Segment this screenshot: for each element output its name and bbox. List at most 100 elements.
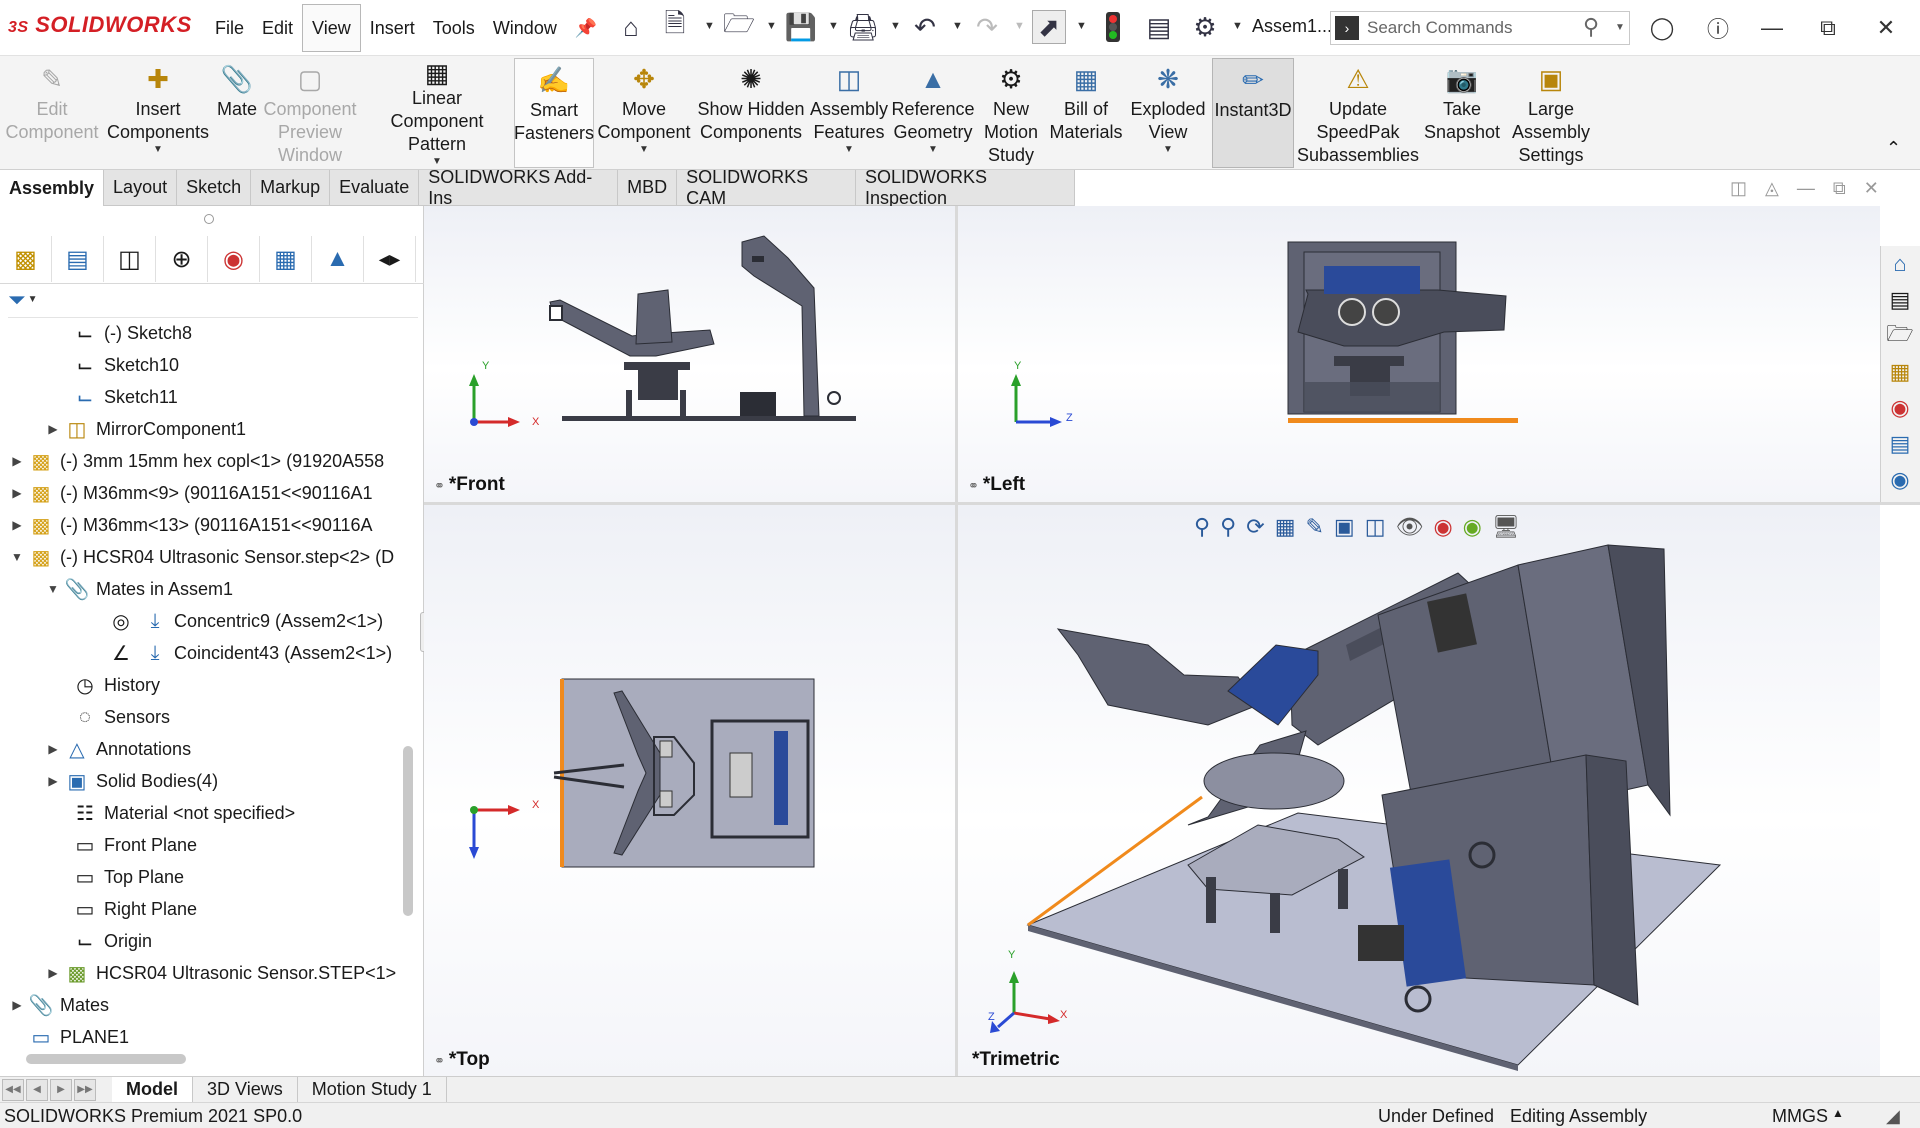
viewport-close-icon[interactable]: ✕	[1864, 178, 1879, 199]
exploded-view-button[interactable]: ❋ Exploded View ▼	[1128, 58, 1208, 168]
move-component-caret[interactable]: ▼	[639, 144, 649, 156]
options-dropdown-arrow[interactable]: ▼	[1232, 20, 1243, 32]
expand-arrow-icon[interactable]: ▶	[44, 422, 62, 436]
restore-icon[interactable]: ⧉	[1808, 10, 1848, 46]
tab-model[interactable]: Model	[112, 1076, 193, 1103]
tree-item[interactable]: ▶ ◫ MirrorComponent1	[44, 414, 246, 444]
display-style-icon[interactable]: ◫	[1365, 514, 1386, 540]
cam-operation-tree-tab-icon[interactable]: ▲	[312, 236, 364, 282]
print-icon[interactable]: 🖨	[846, 10, 880, 44]
previous-view-icon[interactable]: ⟳	[1246, 514, 1264, 540]
menu-view[interactable]: View	[302, 4, 361, 52]
tree-item[interactable]: ▼ ▩ (-) HCSR04 Ultrasonic Sensor.step<2> …	[8, 542, 394, 572]
linear-component-pattern-button[interactable]: ▦ Linear Component Pattern ▼	[366, 58, 508, 168]
tree-item[interactable]: ◷ History	[70, 670, 160, 700]
dynamic-annotation-icon[interactable]: ✎	[1305, 514, 1323, 540]
tree-item[interactable]: ☷ Material <not specified>	[70, 798, 295, 828]
search-commands-box[interactable]: › Search Commands ⚲ ▼	[1330, 11, 1630, 45]
expand-arrow-icon[interactable]: ▶	[8, 486, 26, 500]
file-properties-icon[interactable]: ▤	[1142, 10, 1176, 44]
tree-item[interactable]: ⌙ (-) Sketch8	[70, 318, 192, 348]
move-component-button[interactable]: ✥ Move Component ▼	[597, 58, 690, 168]
viewport-restore-icon[interactable]: ⧉	[1833, 178, 1846, 199]
collapse-arrow-icon[interactable]: ▼	[8, 550, 26, 564]
update-speedpak-button[interactable]: ⚠ Update SpeedPak Subassemblies	[1297, 58, 1419, 168]
tree-item[interactable]: ▶ ▩ (-) 3mm 15mm hex copl<1> (91920A558	[8, 446, 384, 476]
display-manager-tab-icon[interactable]: ◉	[208, 236, 260, 282]
hide-show-items-icon[interactable]: 👁	[1396, 514, 1424, 540]
insert-components-caret[interactable]: ▼	[153, 144, 163, 156]
tab-motion-study-1[interactable]: Motion Study 1	[298, 1076, 447, 1103]
new-document-icon[interactable]: 🗎	[658, 8, 692, 44]
design-library-icon[interactable]: ▤	[1881, 282, 1919, 318]
tree-item[interactable]: ▭ PLANE1	[26, 1022, 130, 1052]
resize-grip-icon[interactable]: ◢	[1886, 1106, 1900, 1127]
large-assembly-settings-button[interactable]: ▣ Large Assembly Settings	[1508, 58, 1594, 168]
tree-item[interactable]: ▶ ▩ (-) M36mm<9> (90116A151<<90116A1	[8, 478, 372, 508]
view-settings-icon[interactable]: 🖥	[1492, 514, 1520, 540]
prev-tab-nav-icon[interactable]: ◀	[26, 1078, 48, 1101]
expand-arrow-icon[interactable]: ▶	[44, 774, 62, 788]
custom-properties-icon[interactable]: ▤	[1881, 426, 1919, 462]
search-dropdown-arrow[interactable]: ▼	[1615, 22, 1625, 33]
viewport-horizontal-divider[interactable]	[424, 502, 1920, 505]
assembly-features-caret[interactable]: ▼	[844, 144, 854, 156]
cam-feature-tree-tab-icon[interactable]: ▦	[260, 236, 312, 282]
filter-dropdown-arrow[interactable]: ▼	[28, 294, 38, 305]
undo-icon[interactable]: ↶	[908, 10, 942, 44]
redo-icon[interactable]: ↷	[970, 10, 1004, 44]
section-view-icon[interactable]: ▦	[1275, 514, 1296, 540]
bill-of-materials-button[interactable]: ▦ Bill of Materials	[1050, 58, 1123, 168]
search-input[interactable]: Search Commands	[1367, 18, 1513, 38]
help-icon[interactable]: ⓘ	[1698, 10, 1738, 46]
viewport-vertical-divider[interactable]	[955, 206, 958, 1076]
edit-component-button[interactable]: ✎ Edit Component	[4, 58, 100, 168]
menu-tools[interactable]: Tools	[424, 4, 484, 52]
feature-tree-tab-icon[interactable]: ▩	[0, 236, 52, 282]
menu-edit[interactable]: Edit	[253, 4, 302, 52]
apply-scene-icon[interactable]: ◉	[1463, 514, 1482, 540]
viewport-minimize-icon[interactable]: —	[1797, 178, 1815, 199]
panel-splitter-handle[interactable]	[204, 214, 214, 224]
zoom-to-fit-icon[interactable]: ⚲	[1194, 514, 1210, 540]
tree-item[interactable]: ⌙ Sketch10	[70, 350, 179, 380]
close-icon[interactable]: ✕	[1866, 10, 1906, 46]
mate-button[interactable]: 📎 Mate	[214, 58, 260, 168]
select-dropdown-arrow[interactable]: ▼	[1076, 20, 1087, 32]
insert-components-button[interactable]: ✚ Insert Components ▼	[104, 58, 212, 168]
exploded-view-caret[interactable]: ▼	[1163, 144, 1173, 156]
forum-icon[interactable]: ◉	[1881, 462, 1919, 498]
tab-cam[interactable]: SOLIDWORKS CAM	[677, 167, 856, 208]
tree-item[interactable]: ∠ ⤓ Coincident43 (Assem2<1>)	[106, 638, 392, 668]
tab-mbd[interactable]: MBD	[618, 170, 678, 206]
tile-left-icon[interactable]: ◫	[1730, 178, 1747, 199]
tree-item[interactable]: ▶ ▩ (-) M36mm<13> (90116A151<<90116A	[8, 510, 372, 540]
solidworks-logo[interactable]: 3S SOLIDWORKS	[8, 12, 192, 38]
redo-dropdown-arrow[interactable]: ▼	[1014, 20, 1025, 32]
filter-funnel-icon[interactable]: ⏷	[8, 287, 26, 313]
file-explorer-icon[interactable]: 🗁	[1881, 318, 1919, 354]
select-cursor-icon[interactable]: ⬈	[1032, 10, 1066, 44]
view-palette-icon[interactable]: ▦	[1881, 354, 1919, 390]
assembly-features-button[interactable]: ◫ Assembly Features ▼	[810, 58, 888, 168]
account-icon[interactable]: ◯	[1642, 10, 1682, 46]
expand-arrow-icon[interactable]: ▶	[8, 454, 26, 468]
tree-filter[interactable]: ⏷ ▼	[8, 282, 418, 318]
zoom-to-area-icon[interactable]: ⚲	[1220, 514, 1236, 540]
home-icon[interactable]: ⌂	[614, 10, 648, 44]
configuration-manager-tab-icon[interactable]: ◫	[104, 236, 156, 282]
view-orientation-icon[interactable]: ▣	[1334, 514, 1355, 540]
undo-dropdown-arrow[interactable]: ▼	[952, 20, 963, 32]
save-dropdown-arrow[interactable]: ▼	[828, 20, 839, 32]
tree-item[interactable]: ⌙ Sketch11	[70, 382, 178, 412]
tree-item[interactable]: ▶ ▩ HCSR04 Ultrasonic Sensor.STEP<1>	[44, 958, 396, 988]
tile-right-icon[interactable]: ◬	[1765, 178, 1779, 199]
panel-tabs-scroll-icon[interactable]: ◀▶	[364, 236, 416, 282]
tree-item[interactable]: ▼ 📎 Mates in Assem1	[44, 574, 233, 604]
reference-geometry-button[interactable]: ▲ Reference Geometry ▼	[891, 58, 974, 168]
traffic-light-icon[interactable]	[1096, 10, 1130, 44]
expand-arrow-icon[interactable]: ▶	[44, 742, 62, 756]
tab-addins[interactable]: SOLIDWORKS Add-Ins	[419, 167, 619, 208]
pin-icon[interactable]: 📌	[566, 4, 606, 52]
save-icon[interactable]: 💾	[784, 10, 818, 44]
